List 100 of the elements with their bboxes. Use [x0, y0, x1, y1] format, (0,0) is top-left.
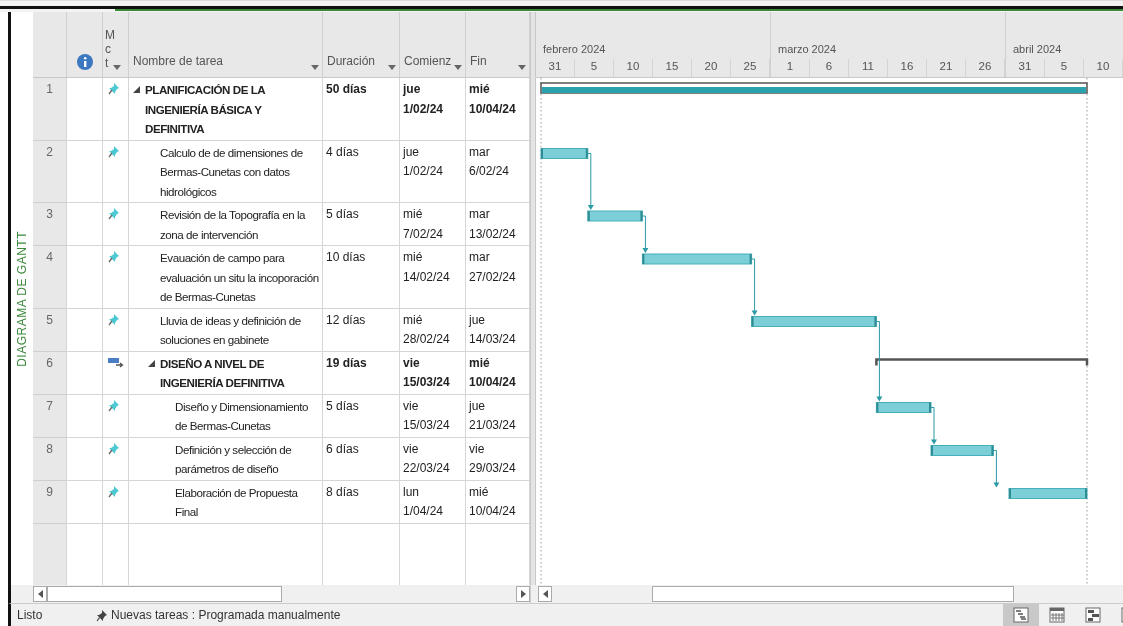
weekday: vie: [403, 440, 420, 458]
task-name: Elaboración de Propuesta Final: [175, 484, 299, 520]
date: 21/03/24: [469, 417, 517, 434]
weekday: jue: [469, 311, 486, 329]
task-name: Diseño y Dimensionamiento de Bermas-Cunetas: [175, 398, 310, 434]
caret-icon[interactable]: [311, 65, 319, 70]
day-label: 5: [575, 59, 614, 77]
column-header[interactable]: Duración: [327, 52, 376, 70]
day-label: 10: [1084, 59, 1123, 77]
view-button[interactable]: [1003, 604, 1039, 626]
weekday: mié: [403, 311, 424, 329]
column-header[interactable]: Comienz: [404, 52, 452, 70]
link-arrow: [992, 450, 1000, 488]
date: 10/04/24: [469, 374, 517, 391]
duration: 10 días: [326, 250, 366, 264]
weekday: vie: [403, 397, 420, 415]
weekday: mié: [469, 483, 490, 501]
duration: 4 días: [326, 144, 359, 159]
collapse-icon[interactable]: [133, 86, 140, 93]
weekday: mié: [403, 206, 424, 223]
weekday: jue: [469, 397, 486, 415]
weekday: mié: [403, 249, 424, 266]
collapse-icon[interactable]: [148, 359, 155, 367]
link-arrow: [751, 258, 758, 316]
weekday: mié: [469, 81, 491, 98]
date: 15/03/24: [403, 417, 451, 434]
scrollbar-thumb[interactable]: [652, 586, 1014, 602]
caret-icon[interactable]: [518, 65, 526, 70]
status-text: Listo: [16, 607, 44, 624]
day-label: 31: [1006, 59, 1045, 77]
duration: 19 días: [326, 355, 367, 370]
day-label: 5: [1045, 59, 1084, 77]
weekday: jue: [403, 143, 420, 161]
scroll-left-button[interactable]: [538, 586, 552, 602]
row-number: 7: [33, 394, 67, 438]
task-name: Calculo de de dimensiones de Bermas-Cunetas con datos hidrológicos: [160, 144, 304, 200]
view-label: DIAGRAMA DE GANTT: [14, 230, 30, 367]
link-arrow: [930, 407, 937, 445]
scroll-right-button[interactable]: [516, 586, 530, 602]
row-number: 1: [33, 78, 67, 141]
day-label: 21: [927, 59, 966, 77]
day-label: 11: [849, 59, 888, 77]
column-header[interactable]: M c t: [105, 28, 112, 70]
task-name: Definición y selección de parámetros de diseño: [175, 441, 293, 477]
row-number: 8: [33, 437, 67, 481]
weekday: mar: [469, 143, 491, 161]
caret-icon[interactable]: [113, 65, 121, 70]
new-tasks-mode[interactable]: Nuevas tareas : Programada manualmente: [111, 606, 341, 624]
task-name: Lluvia de ideas y definición de soluciones en gabinete: [160, 312, 302, 348]
day-label: 6: [810, 59, 849, 77]
task-bar[interactable]: [875, 402, 932, 413]
caret-icon[interactable]: [454, 65, 462, 70]
weekday: mar: [469, 206, 491, 223]
task-name: PLANIFICACIÓN DE LA INGENIERÍA BÁSICA Y DEFINITIVA: [145, 82, 266, 137]
caret-icon[interactable]: [388, 65, 396, 70]
calendar-view-icon[interactable]: [1049, 607, 1065, 623]
row-number: 6: [33, 351, 67, 395]
duration: 50 días: [326, 82, 367, 96]
row-number: 4: [33, 246, 67, 309]
task-name: DISEÑO A NIVEL DE INGENIERÍA DEFINITIVA: [160, 355, 286, 391]
column-header[interactable]: Nombre de tarea: [133, 52, 224, 70]
day-label: 16: [888, 59, 927, 77]
day-label: 25: [731, 59, 770, 77]
task-bar[interactable]: [587, 210, 643, 222]
summary-bar[interactable]: [875, 358, 1089, 366]
left-arrow-icon[interactable]: [542, 590, 548, 598]
date: 15/03/24: [403, 374, 451, 391]
duration: 6 días: [326, 441, 359, 456]
date: 13/02/24: [469, 225, 517, 243]
link-arrow: [641, 215, 649, 253]
column-header[interactable]: Fin: [470, 52, 487, 70]
date: 6/02/24: [469, 163, 511, 180]
scrollbar-thumb[interactable]: [47, 586, 282, 602]
scroll-left-button[interactable]: [33, 586, 47, 602]
date: 29/03/24: [469, 460, 517, 477]
weekday: mar: [469, 249, 491, 266]
date: 27/02/24: [469, 268, 517, 286]
weekday: mié: [469, 354, 491, 372]
summary-bar[interactable]: [540, 82, 1088, 94]
weekday: lun: [403, 483, 420, 501]
day-label: 1: [771, 59, 810, 77]
gantt-view-icon[interactable]: [1013, 607, 1029, 623]
row-number: 2: [33, 140, 67, 203]
task-bar[interactable]: [540, 148, 589, 159]
date: 10/04/24: [469, 503, 517, 520]
right-arrow-icon[interactable]: [520, 590, 526, 598]
date: 1/02/24: [403, 163, 445, 180]
date: 10/04/24: [469, 100, 517, 118]
weekday: jue: [403, 81, 422, 98]
day-label: 10: [614, 59, 653, 77]
row-number: 5: [33, 308, 67, 352]
date: 1/02/24: [403, 100, 445, 118]
date: 14/03/24: [469, 331, 517, 348]
duration: 12 días: [326, 312, 366, 327]
month-label: abril 2024: [1012, 41, 1063, 57]
left-arrow-icon[interactable]: [37, 590, 43, 598]
duration: 5 días: [326, 398, 359, 413]
day-label: 31: [536, 59, 575, 77]
team-view-icon[interactable]: [1085, 607, 1101, 623]
row-number: 9: [33, 480, 67, 524]
